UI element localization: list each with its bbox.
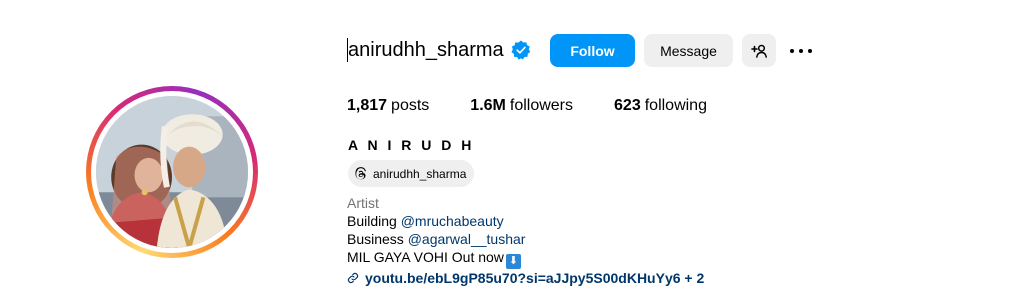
profile-username: anirudhh_sharma bbox=[348, 39, 504, 61]
mention-link[interactable]: @mruchabeauty bbox=[401, 213, 504, 229]
posts-count: 1,817 bbox=[347, 97, 388, 114]
threads-icon bbox=[355, 166, 366, 179]
following-label: following bbox=[644, 97, 707, 114]
profile-bio: Artist Building @mruchabeauty Business @… bbox=[347, 194, 704, 287]
bio-line-text: Business bbox=[347, 231, 408, 247]
bio-line-text: MIL GAYA VOHI Out now bbox=[347, 249, 504, 265]
link-icon bbox=[347, 272, 359, 284]
followers-label: followers bbox=[509, 97, 574, 114]
following-stat[interactable]: 623 following bbox=[614, 96, 707, 116]
avatar[interactable] bbox=[96, 96, 248, 248]
more-options-icon[interactable] bbox=[788, 39, 814, 63]
threads-badge[interactable]: anirudhh_sharma bbox=[348, 160, 474, 187]
add-person-icon bbox=[751, 44, 767, 58]
bio-external-link[interactable]: youtu.be/ebL9gP85u70?si=aJJpy5S00dKHuYy6… bbox=[347, 269, 704, 287]
bio-line-text: Building bbox=[347, 213, 401, 229]
profile-full-name: A N I R U D H bbox=[348, 137, 475, 153]
profile-photo bbox=[96, 96, 248, 248]
avatar-story-ring[interactable] bbox=[86, 86, 258, 258]
posts-stat: 1,817 posts bbox=[347, 96, 429, 116]
posts-label: posts bbox=[391, 97, 430, 114]
bio-line-building: Building @mruchabeauty bbox=[347, 212, 704, 230]
down-arrow-emoji-icon: ⬇ bbox=[505, 254, 521, 269]
message-button[interactable]: Message bbox=[644, 34, 733, 67]
mention-link[interactable]: @agarwal__tushar bbox=[408, 231, 526, 247]
verified-badge-icon bbox=[511, 40, 531, 60]
profile-category: Artist bbox=[347, 195, 379, 211]
follow-button[interactable]: Follow bbox=[550, 34, 635, 67]
bio-line-release: MIL GAYA VOHI Out now ⬇ bbox=[347, 248, 704, 269]
followers-stat[interactable]: 1.6M followers bbox=[470, 96, 573, 116]
external-link-text: youtu.be/ebL9gP85u70?si=aJJpy5S00dKHuYy6… bbox=[365, 270, 705, 286]
suggested-accounts-button[interactable] bbox=[742, 34, 776, 67]
threads-handle: anirudhh_sharma bbox=[373, 166, 467, 181]
profile-stats: 1,817 posts 1.6M followers 623 following bbox=[347, 96, 748, 116]
bio-line-business: Business @agarwal__tushar bbox=[347, 230, 704, 248]
following-count: 623 bbox=[614, 97, 641, 114]
followers-count: 1.6M bbox=[470, 97, 506, 114]
